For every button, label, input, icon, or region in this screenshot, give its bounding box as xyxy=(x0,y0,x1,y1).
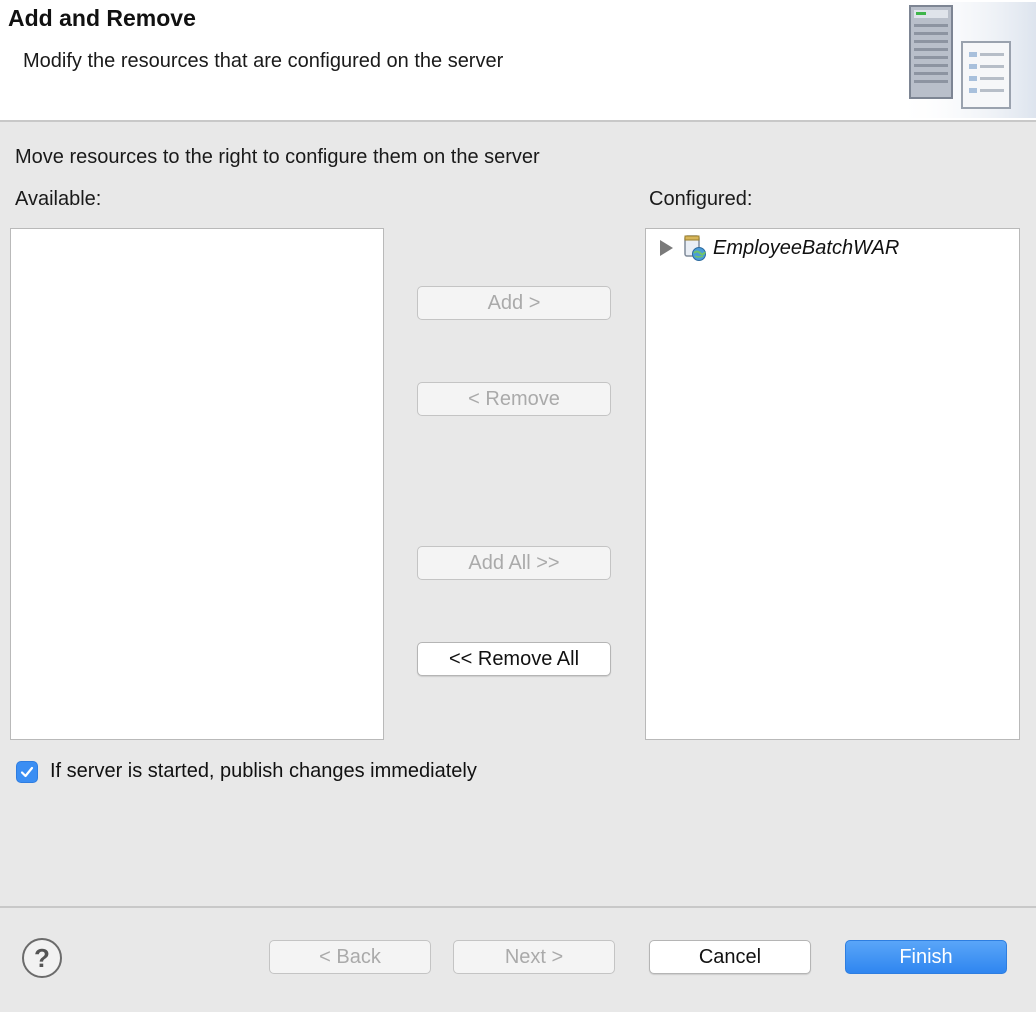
dialog-header: Add and Remove Modify the resources that… xyxy=(0,0,1036,122)
finish-button[interactable]: Finish xyxy=(845,940,1007,974)
publish-immediately-checkbox[interactable] xyxy=(16,760,38,783)
instruction-text: Move resources to the right to configure… xyxy=(15,146,540,168)
web-module-icon xyxy=(684,235,706,261)
tree-item-employeebatchwar[interactable]: EmployeeBatchWAR xyxy=(660,235,899,261)
checkmark-icon xyxy=(20,766,34,777)
back-button[interactable]: < Back xyxy=(269,940,431,974)
configured-list[interactable]: EmployeeBatchWAR xyxy=(645,228,1020,740)
remove-button[interactable]: < Remove xyxy=(417,382,611,416)
tree-item-label: EmployeeBatchWAR xyxy=(713,236,900,259)
footer-divider xyxy=(0,906,1036,908)
publish-immediately-label[interactable]: If server is started, publish changes im… xyxy=(50,760,477,783)
add-button[interactable]: Add > xyxy=(417,286,611,320)
help-icon[interactable]: ? xyxy=(22,938,62,978)
available-list[interactable] xyxy=(10,228,384,740)
next-button[interactable]: Next > xyxy=(453,940,615,974)
available-label: Available: xyxy=(15,188,102,210)
remove-all-button[interactable]: << Remove All xyxy=(417,642,611,676)
configured-label: Configured: xyxy=(649,188,753,210)
add-all-button[interactable]: Add All >> xyxy=(417,546,611,580)
page-title: Add and Remove xyxy=(8,5,196,31)
publish-immediately-option[interactable]: If server is started, publish changes im… xyxy=(16,760,477,783)
server-wizard-icon xyxy=(896,2,1036,118)
expand-arrow-icon[interactable] xyxy=(660,240,673,256)
cancel-button[interactable]: Cancel xyxy=(649,940,811,974)
page-subtitle: Modify the resources that are configured… xyxy=(23,50,504,72)
